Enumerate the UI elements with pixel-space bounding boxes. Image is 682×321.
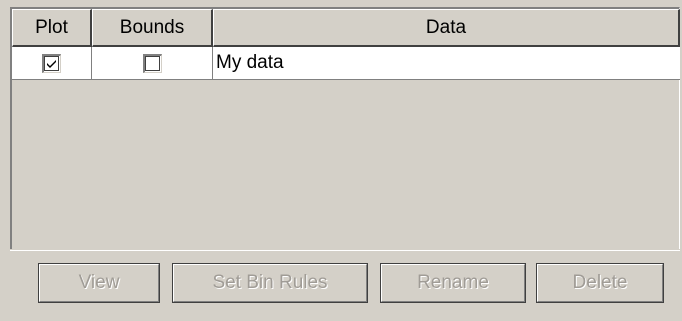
column-header-plot[interactable]: Plot xyxy=(12,9,92,47)
data-table: Plot Bounds Data My data xyxy=(10,7,680,249)
column-header-bounds[interactable]: Bounds xyxy=(92,9,213,47)
table-row[interactable]: My data xyxy=(12,47,680,80)
rename-button[interactable]: Rename xyxy=(380,263,526,303)
delete-button[interactable]: Delete xyxy=(536,263,664,303)
data-cell[interactable]: My data xyxy=(213,47,680,79)
set-bin-rules-button[interactable]: Set Bin Rules xyxy=(172,263,368,303)
checkbox-checked-icon xyxy=(47,59,56,68)
bounds-cell[interactable] xyxy=(92,47,213,79)
view-button[interactable]: View xyxy=(38,263,160,303)
button-bar: View Set Bin Rules Rename Delete xyxy=(10,250,680,315)
bounds-checkbox[interactable] xyxy=(142,53,162,73)
plot-checkbox[interactable] xyxy=(42,53,61,73)
column-header-data[interactable]: Data xyxy=(213,9,680,47)
plot-cell[interactable] xyxy=(12,47,92,79)
